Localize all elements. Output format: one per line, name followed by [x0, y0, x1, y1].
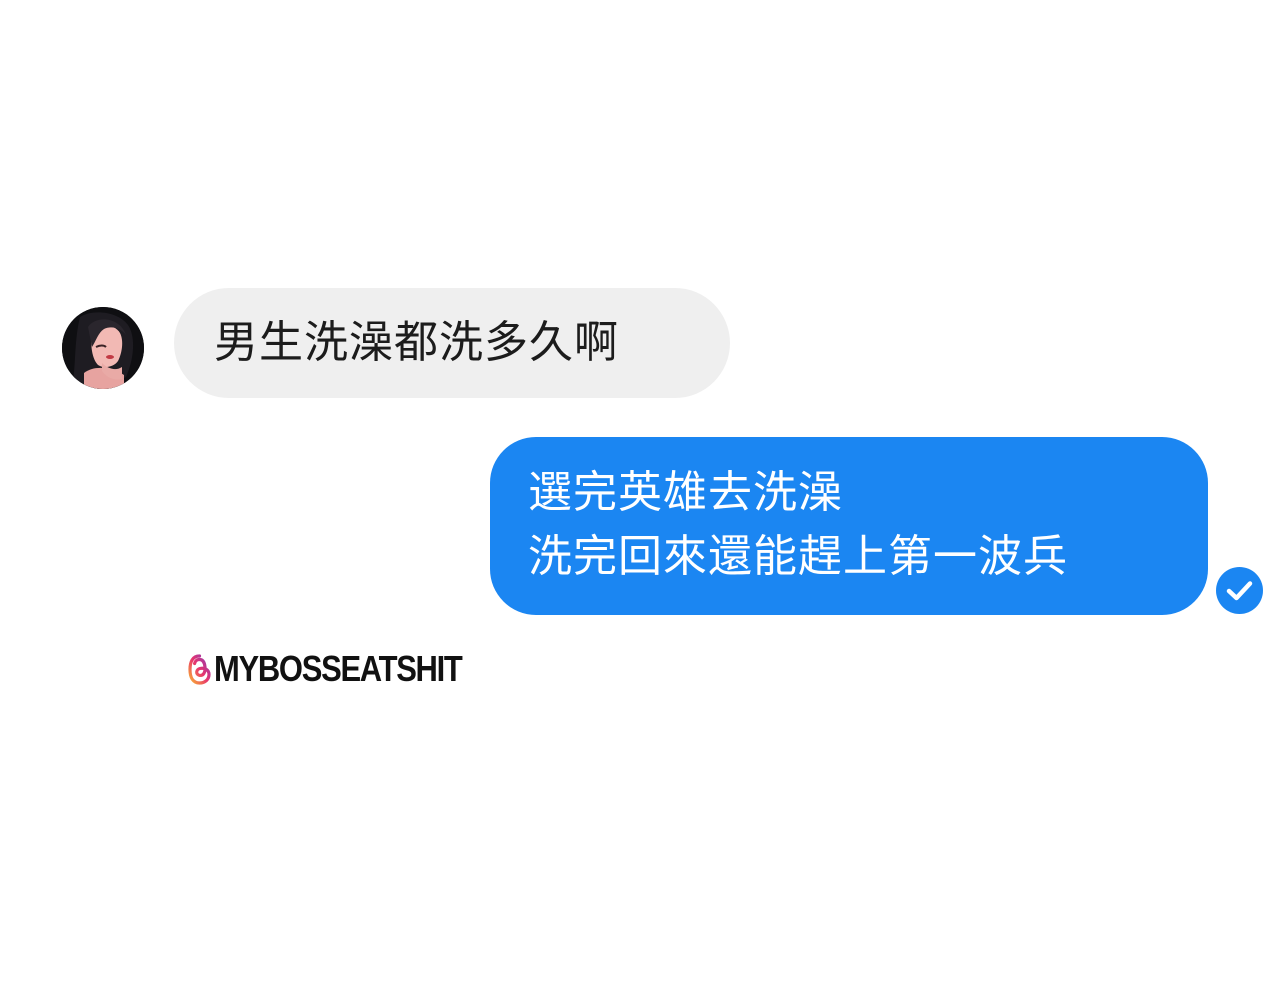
avatar	[62, 307, 144, 389]
watermark: MYBOSSEATSHIT	[187, 648, 502, 690]
threads-logo-icon	[188, 653, 211, 685]
watermark-handle: MYBOSSEATSHIT	[214, 648, 463, 689]
outgoing-message-bubble: 選完英雄去洗澡 洗完回來還能趕上第一波兵	[490, 437, 1208, 615]
incoming-message-text: 男生洗澡都洗多久啊	[214, 317, 619, 368]
outgoing-message-line-2: 洗完回來還能趕上第一波兵	[528, 531, 1068, 582]
check-circle-icon	[1216, 567, 1263, 614]
woman-portrait-avatar-icon	[62, 307, 144, 389]
outgoing-message-line-1: 選完英雄去洗澡	[528, 467, 843, 518]
incoming-message-bubble: 男生洗澡都洗多久啊	[174, 288, 730, 398]
